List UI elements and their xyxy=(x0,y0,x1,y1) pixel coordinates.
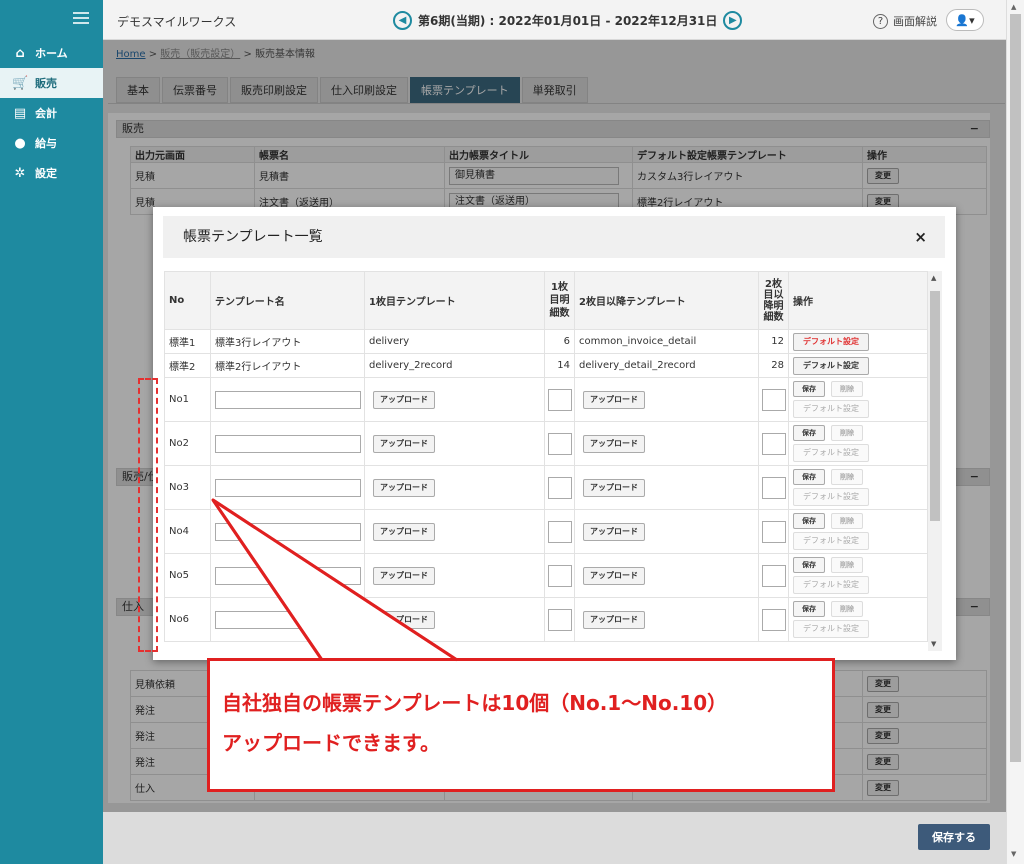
callout-line-1: 自社独自の帳票テンプレートは10個（No.1〜No.10） xyxy=(222,691,728,715)
annotation-callout: 自社独自の帳票テンプレートは10個（No.1〜No.10） アップロードできます… xyxy=(207,658,835,792)
callout-line-2: アップロードできます。 xyxy=(222,731,440,755)
